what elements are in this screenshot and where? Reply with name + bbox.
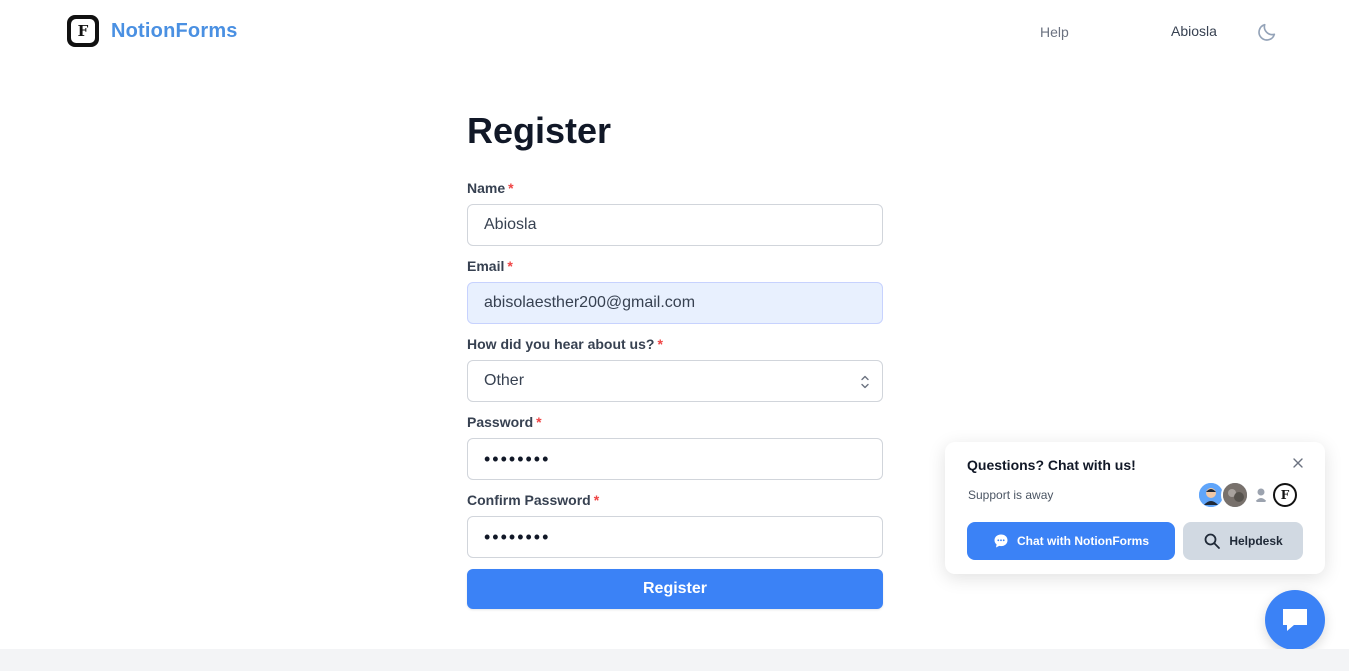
- logo-icon: F: [67, 15, 99, 47]
- confirm-password-label: Confirm Password *: [467, 492, 883, 510]
- select-arrows-icon: [861, 375, 869, 389]
- email-label-text: Email: [467, 258, 505, 274]
- required-mark: *: [508, 180, 514, 196]
- email-label: Email *: [467, 258, 883, 276]
- brand-logo-link[interactable]: F NotionForms: [67, 15, 238, 47]
- password-input[interactable]: ••••••••: [467, 438, 883, 480]
- chat-button[interactable]: Chat with NotionForms: [967, 522, 1175, 560]
- name-input[interactable]: Abiosla: [467, 204, 883, 246]
- hear-about-selected-value: Other: [484, 372, 525, 389]
- password-label-text: Password: [467, 414, 534, 430]
- chat-widget-card: Questions? Chat with us! Support is away: [945, 442, 1325, 574]
- password-field-group: Password * ••••••••: [467, 414, 883, 480]
- name-label: Name *: [467, 180, 883, 198]
- chat-button-label: Chat with NotionForms: [1017, 534, 1149, 548]
- agent-avatar-icon: [1199, 483, 1223, 507]
- avatar: [1221, 481, 1249, 509]
- email-input[interactable]: abisolaesther200@gmail.com: [467, 282, 883, 324]
- moon-icon[interactable]: [1256, 21, 1278, 43]
- close-icon[interactable]: [1291, 456, 1305, 470]
- chat-bubble-icon: [993, 533, 1009, 549]
- required-mark: *: [536, 414, 542, 430]
- logo-letter: F: [71, 19, 95, 43]
- password-label: Password *: [467, 414, 883, 432]
- register-form: Register Name * Abiosla Email * abisolaest…: [467, 108, 883, 609]
- user-silhouette-icon: [1253, 487, 1269, 503]
- required-mark: *: [593, 492, 600, 508]
- help-link[interactable]: Help: [1040, 24, 1069, 40]
- helpdesk-button-label: Helpdesk: [1229, 534, 1283, 548]
- email-field-group: Email * abisolaesther200@gmail.com: [467, 258, 883, 324]
- helpdesk-button[interactable]: Helpdesk: [1183, 522, 1303, 560]
- agent-avatar-icon: [1223, 483, 1247, 507]
- chat-title: Questions? Chat with us!: [967, 457, 1136, 473]
- confirm-password-field-group: Confirm Password * ••••••••: [467, 492, 883, 558]
- hear-about-select[interactable]: Other: [467, 360, 883, 402]
- page-footer-strip: [0, 649, 1349, 671]
- required-mark: *: [507, 258, 513, 274]
- chat-icon: [1283, 609, 1307, 631]
- brand-name: NotionForms: [111, 19, 238, 42]
- search-icon: [1203, 532, 1221, 550]
- confirm-password-label-text: Confirm Password: [467, 492, 591, 508]
- chat-launcher-button[interactable]: [1265, 590, 1325, 650]
- hear-about-field-group: How did you hear about us? * Other: [467, 336, 883, 402]
- support-status: Support is away: [968, 488, 1054, 502]
- hear-about-label: How did you hear about us? *: [467, 336, 883, 354]
- name-field-group: Name * Abiosla: [467, 180, 883, 246]
- brand-avatar: F: [1271, 481, 1299, 509]
- hear-about-label-text: How did you hear about us?: [467, 336, 655, 352]
- name-label-text: Name: [467, 180, 506, 196]
- confirm-password-input[interactable]: ••••••••: [467, 516, 883, 558]
- page-title: Register: [467, 110, 612, 151]
- brand-avatar-letter: F: [1275, 485, 1295, 505]
- required-mark: *: [657, 336, 663, 352]
- user-menu[interactable]: Abiosla: [1171, 23, 1217, 39]
- support-avatars: F: [1197, 481, 1307, 509]
- register-button[interactable]: Register: [467, 569, 883, 609]
- top-navbar: F NotionForms Help Abiosla: [0, 0, 1349, 64]
